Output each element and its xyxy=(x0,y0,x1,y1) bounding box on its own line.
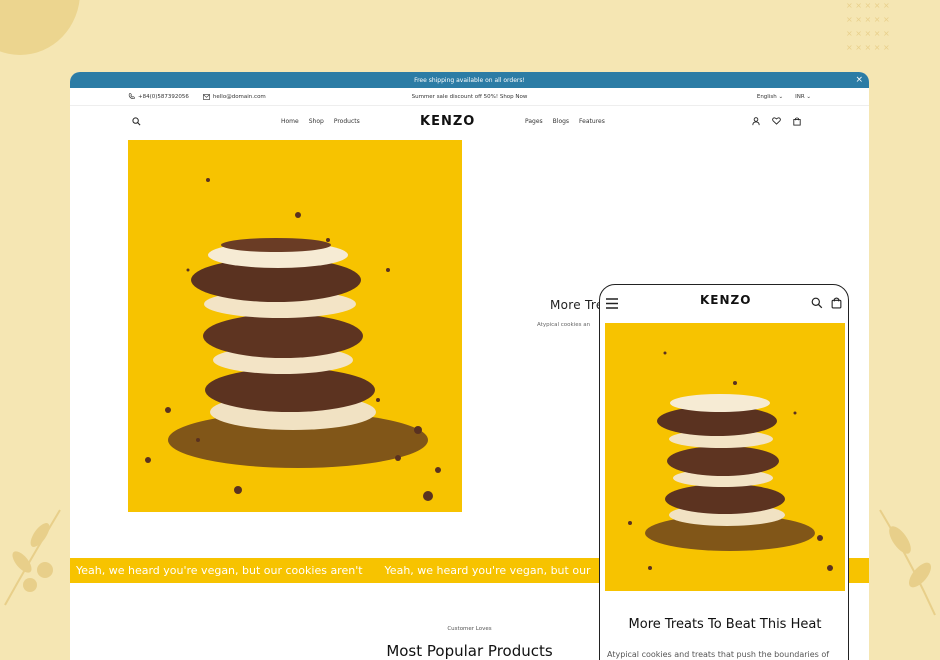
close-icon[interactable]: × xyxy=(855,74,863,86)
mobile-header: KENZO xyxy=(600,285,848,319)
nav-blogs[interactable]: Blogs xyxy=(553,118,569,125)
chevron-down-icon: ⌄ xyxy=(806,93,811,100)
mobile-preview: KENZO More Treats To Beat This Heat Atyp… xyxy=(599,284,849,660)
phone-icon xyxy=(128,93,135,100)
nav-products[interactable]: Products xyxy=(334,118,360,125)
mail-icon xyxy=(202,93,210,100)
svg-text:× × × × ×: × × × × × xyxy=(846,15,890,24)
decorative-dots-pattern: × × × × × × × × × × × × × × × × × × × × xyxy=(846,1,890,52)
promo-link[interactable]: Summer sale discount off 50%! Shop Now xyxy=(412,94,528,100)
email-contact[interactable]: hello@domain.com xyxy=(202,93,266,100)
search-icon[interactable] xyxy=(811,294,823,313)
announcement-bar: Free shipping available on all orders! × xyxy=(70,72,869,88)
chevron-down-icon: ⌄ xyxy=(778,93,784,100)
site-logo[interactable]: KENZO xyxy=(420,114,475,129)
decorative-leaf-left xyxy=(4,509,61,606)
wishlist-heart-icon[interactable] xyxy=(772,117,781,126)
cart-bag-icon[interactable] xyxy=(793,117,801,126)
search-icon[interactable] xyxy=(132,116,141,126)
mobile-hero-title: More Treats To Beat This Heat xyxy=(628,617,822,632)
mobile-hero-subtitle: Atypical cookies and treats that push th… xyxy=(607,650,830,659)
svg-text:× × × × ×: × × × × × xyxy=(846,29,890,38)
hero-title: More Tre xyxy=(550,298,604,312)
svg-text:× × × × ×: × × × × × xyxy=(846,43,890,52)
mobile-logo[interactable]: KENZO xyxy=(700,293,751,307)
decorative-leaf-right xyxy=(879,509,936,616)
phone-number: +84(0)587392056 xyxy=(138,93,189,100)
phone-contact[interactable]: +84(0)587392056 xyxy=(128,93,189,100)
nav-shop[interactable]: Shop xyxy=(309,118,324,125)
svg-text:× × × × ×: × × × × × xyxy=(846,1,890,10)
currency-select[interactable]: INR ⌄ xyxy=(795,94,811,100)
language-select[interactable]: English ⌄ xyxy=(757,94,783,100)
top-info-bar: +84(0)587392056 hello@domain.com Summer … xyxy=(70,88,869,106)
nav-home[interactable]: Home xyxy=(281,118,299,125)
decorative-circle xyxy=(0,0,80,55)
marquee-text: Yeah, we heard you're vegan, but our xyxy=(384,564,591,577)
nav-pages[interactable]: Pages xyxy=(525,118,543,125)
marquee-text: Yeah, we heard you're vegan, but our coo… xyxy=(76,564,363,577)
hero-cookie-stack-image xyxy=(128,140,462,512)
account-icon[interactable] xyxy=(752,116,760,126)
hero-subtitle: Atypical cookies an xyxy=(537,322,591,328)
announcement-text: Free shipping available on all orders! xyxy=(414,76,525,84)
email-address: hello@domain.com xyxy=(212,93,266,100)
main-navigation: Home Shop Products KENZO Pages Blogs Fea… xyxy=(70,106,869,136)
mobile-hero-cookie-image xyxy=(605,323,845,591)
hamburger-menu-icon[interactable] xyxy=(606,294,618,313)
nav-features[interactable]: Features xyxy=(579,118,605,125)
cart-bag-icon[interactable] xyxy=(831,294,842,313)
